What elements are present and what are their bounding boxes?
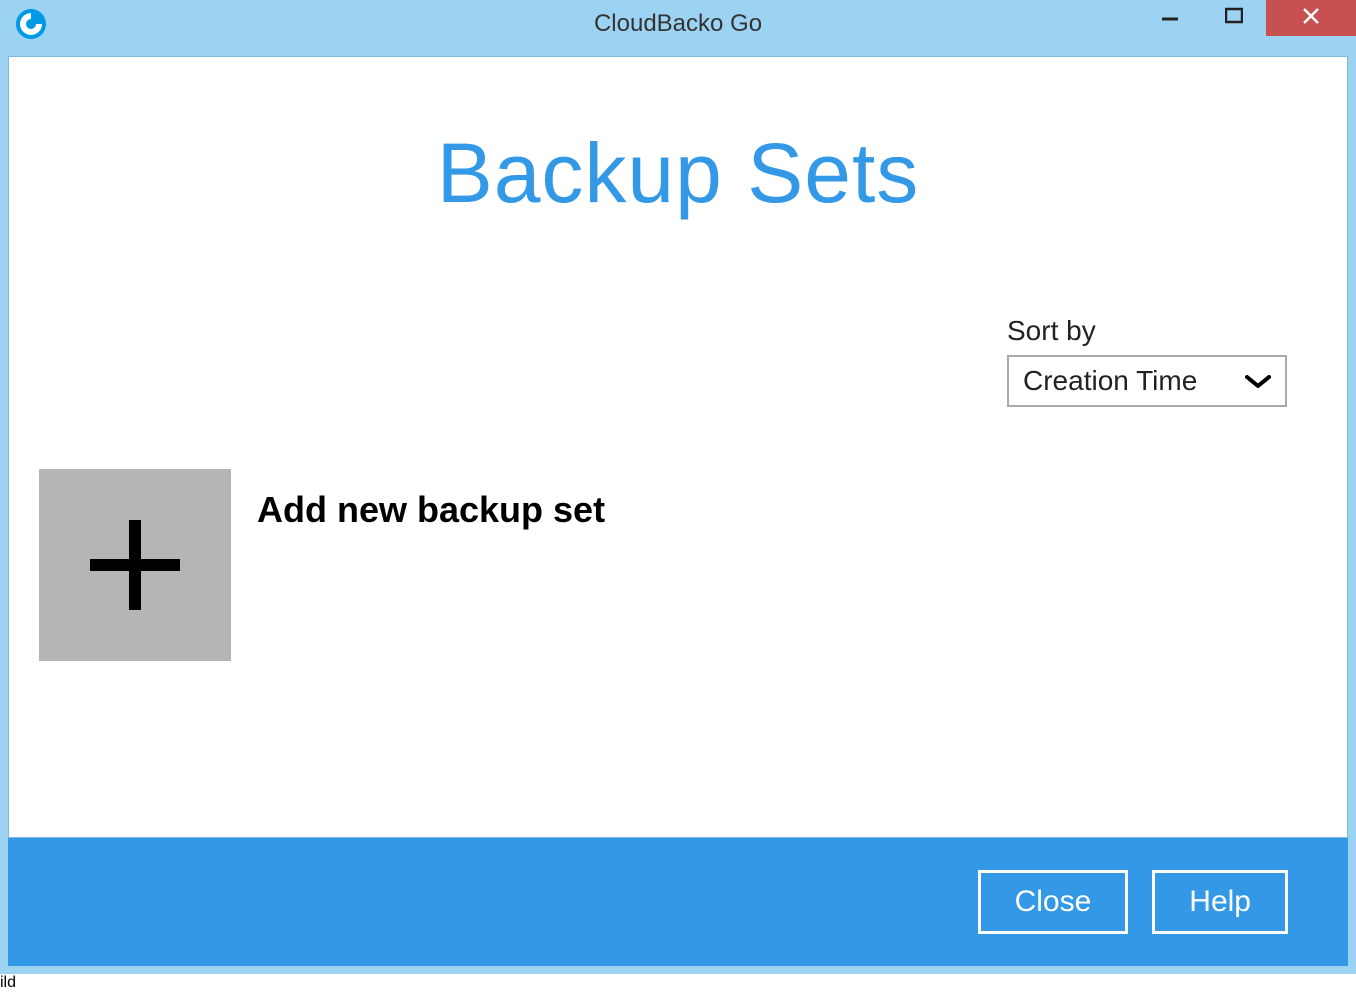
app-icon	[14, 7, 48, 41]
footer: Close Help	[8, 838, 1348, 966]
maximize-button[interactable]	[1202, 0, 1266, 36]
help-button[interactable]: Help	[1152, 870, 1288, 934]
add-backup-set-row: Add new backup set	[39, 469, 605, 661]
content-area: Backup Sets Sort by Creation Time	[8, 56, 1348, 838]
sort-select[interactable]: Creation Time	[1007, 355, 1287, 407]
titlebar: CloudBacko Go	[0, 0, 1356, 48]
minimize-icon	[1161, 7, 1179, 25]
page-title: Backup Sets	[9, 125, 1347, 222]
window-controls	[1138, 0, 1356, 48]
sort-label: Sort by	[1007, 315, 1287, 347]
close-button[interactable]: Close	[978, 870, 1129, 934]
maximize-icon	[1225, 7, 1243, 25]
window-close-button[interactable]	[1266, 0, 1356, 36]
content-frame: Backup Sets Sort by Creation Time	[0, 48, 1356, 974]
chevron-down-icon	[1245, 365, 1271, 397]
plus-icon	[80, 510, 190, 620]
add-backup-set-button[interactable]	[39, 469, 231, 661]
minimize-button[interactable]	[1138, 0, 1202, 36]
sort-area: Sort by Creation Time	[1007, 315, 1287, 407]
add-backup-set-label: Add new backup set	[257, 489, 605, 531]
sort-selected-value: Creation Time	[1023, 365, 1197, 397]
app-window: CloudBacko Go Backup Sets	[0, 0, 1356, 974]
close-icon	[1301, 6, 1321, 26]
